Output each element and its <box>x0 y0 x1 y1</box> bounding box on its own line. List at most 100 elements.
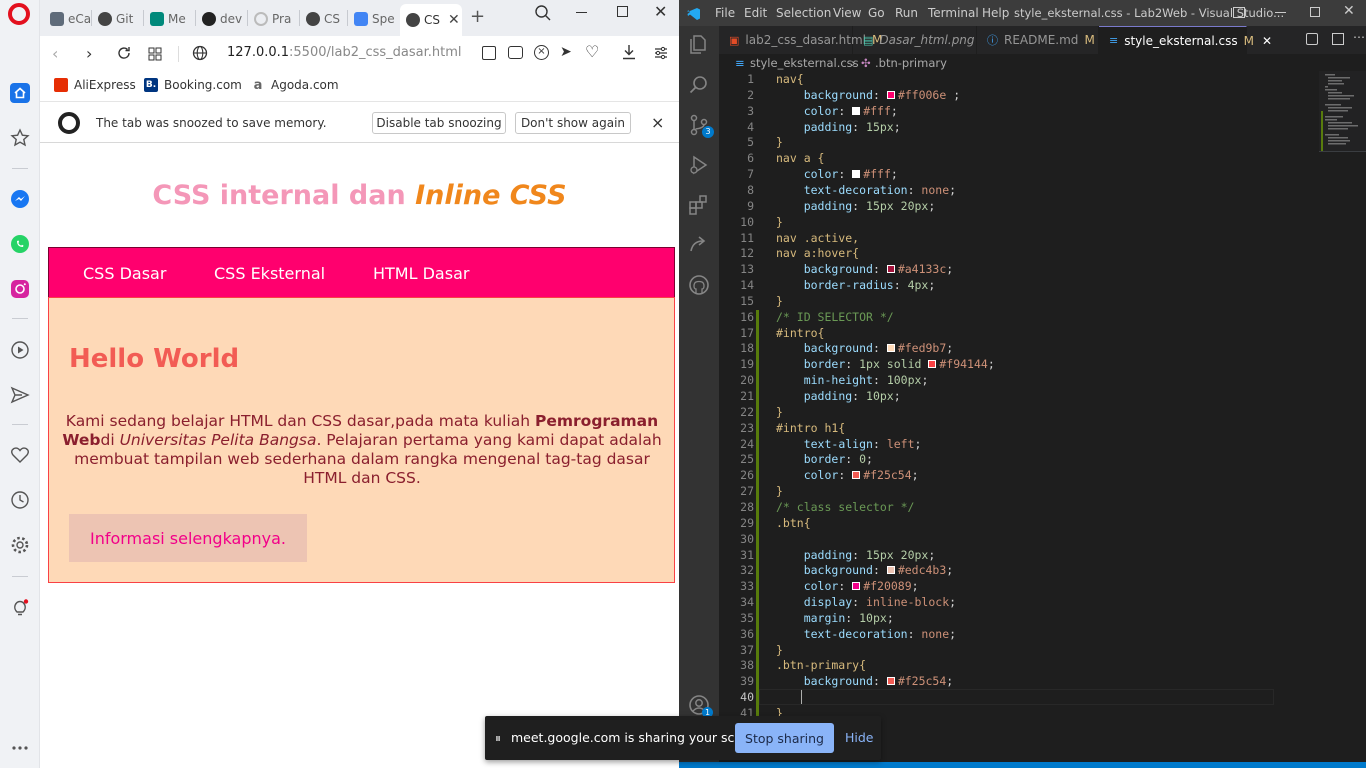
minimize-button[interactable] <box>1275 12 1286 13</box>
opera-logo-icon[interactable] <box>8 3 30 25</box>
extensions-icon[interactable] <box>687 193 711 217</box>
more-icon[interactable] <box>8 736 32 760</box>
color-swatch-icon[interactable] <box>852 471 861 480</box>
page-title-inline: Inline CSS <box>415 180 567 211</box>
player-icon[interactable] <box>8 338 32 362</box>
send-icon[interactable]: ➤ <box>560 44 572 60</box>
breadcrumb-file[interactable]: style_eksternal.css <box>750 56 859 70</box>
back-icon[interactable]: ‹ <box>52 44 58 63</box>
run-debug-icon[interactable] <box>687 153 711 177</box>
line-number: 25 <box>740 452 754 467</box>
tabs-grid-icon[interactable] <box>148 46 162 65</box>
layout-icon[interactable] <box>1233 7 1245 18</box>
site-info-icon[interactable] <box>192 45 208 65</box>
share-icon[interactable] <box>482 46 496 60</box>
settings-icon[interactable] <box>8 533 32 557</box>
minimize-button[interactable] <box>576 12 587 13</box>
source-control-icon[interactable]: 3 <box>687 113 714 138</box>
browser-tab[interactable]: Spe <box>348 6 398 32</box>
home-icon[interactable] <box>8 81 32 105</box>
nav-link-css-dasar[interactable]: CSS Dasar <box>83 264 166 283</box>
menu-file[interactable]: File <box>715 6 735 20</box>
more-info-button[interactable]: Informasi selengkapnya. <box>69 514 307 562</box>
menu-help[interactable]: Help <box>982 6 1009 20</box>
browser-tab[interactable]: Git <box>92 6 142 32</box>
code-editor[interactable]: 1 nav{2 background: #ff006e ; 3 color: #ff… <box>719 71 1366 768</box>
color-swatch-icon[interactable] <box>886 677 895 686</box>
bookmark-aliexpress[interactable]: AliExpress <box>54 78 136 92</box>
camera-icon[interactable] <box>508 46 523 59</box>
instagram-icon[interactable] <box>8 277 32 301</box>
remote-explorer-icon[interactable] <box>687 233 711 257</box>
compare-icon[interactable] <box>1306 33 1318 45</box>
color-swatch-icon[interactable] <box>886 265 895 274</box>
close-tab-icon[interactable]: ✕ <box>448 12 460 28</box>
bookmark-agoda[interactable]: a Agoda.com <box>251 78 339 93</box>
color-swatch-icon[interactable] <box>852 170 861 179</box>
line-number: 40 <box>740 690 754 705</box>
menu-edit[interactable]: Edit <box>744 6 767 20</box>
menu-run[interactable]: Run <box>895 6 918 20</box>
pause-icon[interactable]: ⏸ <box>495 731 501 746</box>
accounts-icon[interactable]: 1 <box>687 693 713 718</box>
nav-link-css-eksternal[interactable]: CSS Eksternal <box>214 264 325 283</box>
color-swatch-icon[interactable] <box>928 360 937 369</box>
forward-icon[interactable]: › <box>86 44 92 63</box>
history-icon[interactable] <box>8 488 32 512</box>
send-icon[interactable] <box>8 383 32 407</box>
heart-icon[interactable]: ♡ <box>585 42 599 61</box>
close-tab-icon[interactable]: ✕ <box>1262 34 1272 48</box>
booking-icon: B. <box>144 78 158 92</box>
github-icon[interactable] <box>687 273 711 297</box>
color-swatch-icon[interactable] <box>886 90 895 99</box>
stop-sharing-button[interactable]: Stop sharing <box>735 723 834 753</box>
breadcrumb-symbol[interactable]: .btn-primary <box>875 56 947 70</box>
heart-icon[interactable] <box>8 443 32 467</box>
messenger-icon[interactable] <box>8 187 32 211</box>
tab-dasar-html-png[interactable]: ▤ Dasar_html.png <box>853 26 977 54</box>
browser-tab[interactable]: eCa <box>44 6 91 32</box>
download-icon[interactable] <box>622 44 636 64</box>
close-infobar-icon[interactable]: × <box>651 113 664 132</box>
color-swatch-icon[interactable] <box>886 566 895 575</box>
split-editor-icon[interactable] <box>1332 33 1344 45</box>
tab-style-eksternal-css[interactable]: ≡ style_eksternal.css M ✕ <box>1099 26 1272 54</box>
menu-terminal[interactable]: Terminal <box>928 6 979 20</box>
reload-icon[interactable] <box>116 45 132 65</box>
browser-tab[interactable]: Me <box>144 6 194 32</box>
menu-go[interactable]: Go <box>868 6 885 20</box>
search-tabs-icon[interactable] <box>534 4 552 26</box>
minimap[interactable] <box>1319 71 1366 161</box>
tab-lab2-css-dasar-html[interactable]: ▣ lab2_css_dasar.html M <box>719 26 882 54</box>
easy-setup-icon[interactable] <box>654 45 668 64</box>
browser-tab[interactable]: dev <box>196 6 246 32</box>
lightbulb-icon[interactable] <box>8 596 32 620</box>
star-icon[interactable] <box>8 126 32 150</box>
maximize-button[interactable] <box>617 6 628 17</box>
line-number: 36 <box>740 626 754 641</box>
hide-button[interactable]: Hide <box>845 730 874 745</box>
color-swatch-icon[interactable] <box>852 582 861 591</box>
menu-selection[interactable]: Selection <box>776 6 831 20</box>
disable-tab-snoozing-button[interactable]: Disable tab snoozing <box>372 112 506 134</box>
browser-tab[interactable]: Pra <box>248 6 298 32</box>
explorer-icon[interactable] <box>687 33 711 57</box>
close-window-button[interactable]: ✕ <box>654 2 667 21</box>
more-actions-icon[interactable]: ⋯ <box>1353 30 1365 44</box>
dont-show-again-button[interactable]: Don't show again <box>515 112 631 134</box>
close-window-button[interactable]: ✕ <box>1343 3 1355 19</box>
new-tab-button[interactable]: + <box>470 6 485 27</box>
browser-tab[interactable]: CS <box>300 6 346 32</box>
browser-tab-active[interactable]: CS ✕ <box>400 4 462 36</box>
tab-readme-md[interactable]: ⓘ README.md M <box>977 26 1099 54</box>
whatsapp-icon[interactable] <box>8 232 32 256</box>
bookmark-booking[interactable]: B. Booking.com <box>144 78 242 92</box>
menu-view[interactable]: View <box>833 6 861 20</box>
color-swatch-icon[interactable] <box>852 106 861 115</box>
maximize-button[interactable] <box>1310 7 1320 17</box>
search-icon[interactable] <box>687 73 711 97</box>
color-swatch-icon[interactable] <box>886 344 895 353</box>
address-url[interactable]: 127.0.0.1:5500/lab2_css_dasar.html <box>227 45 462 60</box>
nav-link-html-dasar[interactable]: HTML Dasar <box>373 264 469 283</box>
adblock-icon[interactable]: × <box>534 45 549 60</box>
